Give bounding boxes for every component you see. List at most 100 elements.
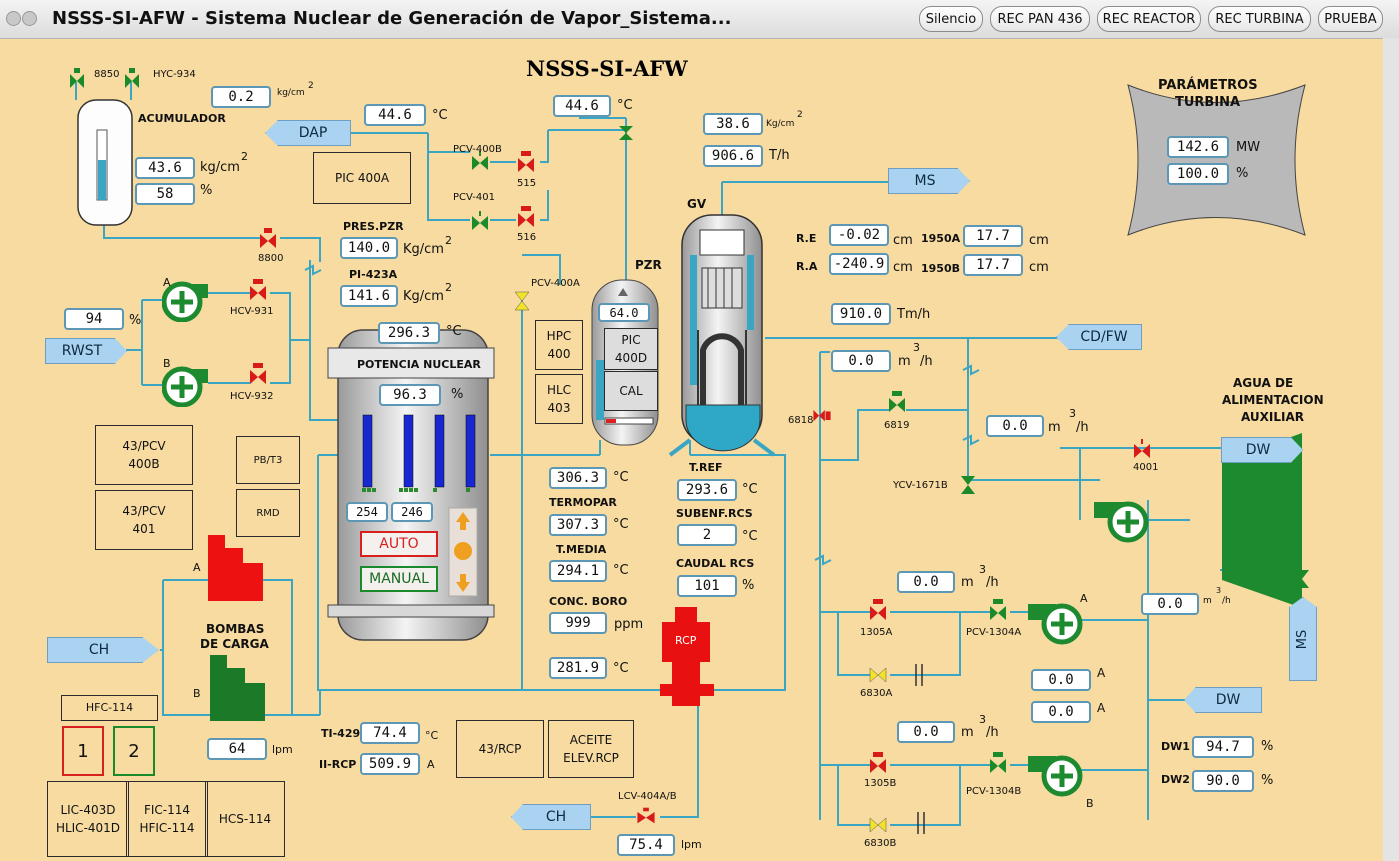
valve-hyc-934-icon[interactable] — [122, 66, 142, 92]
p2-line2: 401 — [132, 522, 156, 536]
valve-1305a-icon[interactable] — [868, 598, 888, 624]
valve-6819-icon[interactable] — [887, 390, 907, 416]
spray-temp-unit: °C — [617, 98, 633, 113]
feed-flow-2-unit: m — [1048, 420, 1061, 435]
valve-ycv-1671b-icon[interactable] — [958, 472, 978, 498]
hlc-number: 403 — [547, 401, 571, 415]
hlc-403-panel[interactable]: HLC 403 — [535, 374, 583, 424]
dap-temp: 44.6 — [364, 104, 426, 126]
letdown-flow-unit: lpm — [681, 838, 702, 851]
mdafw-a-flow: 0.0 — [897, 571, 955, 593]
feedwater-tm: 910.0 — [831, 303, 891, 325]
scrollbar[interactable] — [1383, 38, 1399, 861]
spray-valve-icon[interactable] — [616, 118, 636, 144]
pb-t3-panel[interactable]: PB/T3 — [236, 436, 300, 484]
cal-panel[interactable]: CAL — [604, 371, 658, 411]
auto-button[interactable]: AUTO — [360, 531, 438, 557]
rcs-temp-1-unit: °C — [613, 470, 629, 485]
cd-fw-arrow[interactable]: CD/FW — [1056, 324, 1142, 350]
afw-turbine-flow: 0.0 — [1141, 593, 1199, 615]
tref-value: 293.6 — [677, 479, 737, 501]
rcp-label[interactable]: RCP — [675, 634, 696, 647]
hpc-400-panel[interactable]: HPC 400 — [535, 320, 583, 370]
rmd-panel[interactable]: RMD — [236, 489, 300, 537]
valve-pcv-401-icon[interactable] — [470, 208, 490, 234]
pcv-1304a-label: PCV-1304A — [966, 627, 1022, 638]
pcv-400b-control-panel[interactable]: 43/PCV 400B — [95, 425, 193, 485]
superscript-3: 3 — [913, 341, 920, 354]
afw-turbine-flow-unit: m — [1203, 596, 1212, 606]
rwst-arrow[interactable]: RWST — [45, 338, 127, 364]
afw-turbine-flow-unit-tail: /h — [1222, 596, 1231, 606]
fic-114-panel[interactable]: FIC-114 HFIC-114 — [126, 781, 208, 857]
gv-pressure-unit: Kg/cm — [766, 119, 795, 129]
valve-8800-icon[interactable] — [258, 226, 278, 252]
feed-flow-1: 0.0 — [831, 350, 891, 372]
ti-429-unit: °C — [425, 729, 439, 742]
re-label: R.E — [796, 232, 817, 245]
valve-516-icon[interactable] — [516, 205, 536, 231]
ch-arrow-bottom[interactable]: CH — [511, 804, 591, 830]
valve-8850-icon[interactable] — [67, 66, 87, 92]
ms-afw-arrow[interactable]: MS — [1289, 597, 1317, 681]
afw-turbine-pump-icon[interactable] — [1094, 498, 1154, 544]
valve-4001-icon[interactable] — [1132, 436, 1152, 462]
valve-pcv-1304a-icon[interactable] — [988, 598, 1008, 624]
valve-hcv-932-icon[interactable] — [248, 362, 268, 388]
dap-arrow[interactable]: DAP — [265, 120, 351, 146]
pcv-401-control-panel[interactable]: 43/PCV 401 — [95, 490, 193, 550]
si-pump-b-icon[interactable] — [162, 365, 210, 407]
valve-1305b-icon[interactable] — [868, 751, 888, 777]
valve-1305a-label: 1305A — [860, 627, 893, 638]
ra-label: R.A — [796, 260, 818, 273]
letdown-flow: 75.4 — [617, 834, 675, 856]
select-pump-2-button[interactable]: 2 — [113, 726, 155, 776]
dap-temp-unit: °C — [432, 108, 448, 123]
valve-515-icon[interactable] — [516, 150, 536, 176]
pcv-401-label: PCV-401 — [453, 192, 495, 203]
ra-value: -240.9 — [829, 253, 889, 275]
valve-pcv-400a-icon[interactable] — [512, 288, 532, 314]
pic-400a-panel[interactable]: PIC 400A — [313, 152, 411, 204]
valve-pcv-1304b-icon[interactable] — [988, 751, 1008, 777]
valve-afw-ms-icon[interactable] — [1292, 566, 1312, 592]
rcs-cold-temp-unit: °C — [613, 661, 629, 676]
afw-pump-b-icon[interactable] — [1028, 752, 1084, 798]
bombas-label: BOMBAS — [206, 622, 265, 636]
43-rcp-panel[interactable]: 43/RCP — [456, 720, 544, 778]
ch-arrow-left[interactable]: CH — [47, 637, 159, 663]
valve-6830a-icon[interactable] — [868, 662, 888, 688]
select-pump-1-button[interactable]: 1 — [62, 726, 104, 776]
hpc-label: HPC — [546, 329, 572, 343]
hcs-114-panel[interactable]: HCS-114 — [205, 781, 285, 857]
valve-hcv-931-icon[interactable] — [248, 278, 268, 304]
lic-403d-panel[interactable]: LIC-403D HLIC-401D — [47, 781, 129, 857]
valve-6818-icon[interactable] — [812, 402, 832, 428]
pzr-level: 64.0 — [598, 303, 650, 322]
mdafw-pump-b-label: B — [1086, 797, 1094, 810]
potencia-nuclear-title: POTENCIA NUCLEAR — [357, 358, 481, 371]
pic-400d-panel[interactable]: PIC 400D — [604, 328, 658, 370]
mdafw-a-flow-unit: m — [961, 575, 974, 590]
mdafw-amp-2: 0.0 — [1031, 701, 1091, 723]
charging-flow: 64 — [207, 738, 267, 760]
afw-title-2: ALIMENTACION — [1222, 393, 1324, 407]
hcv-931-label: HCV-931 — [230, 306, 274, 317]
afw-pump-a-icon[interactable] — [1028, 600, 1084, 646]
afw-title-1: AGUA DE — [1233, 376, 1294, 390]
hfc-114-panel[interactable]: HFC-114 — [61, 695, 158, 721]
ms-arrow[interactable]: MS — [888, 168, 970, 194]
dw2-unit: % — [1261, 773, 1274, 788]
manual-button[interactable]: MANUAL — [360, 566, 438, 592]
gv-steam-pressure: 38.6 — [703, 113, 763, 135]
dw-arrow-bottom[interactable]: DW — [1184, 687, 1262, 713]
tmedia-unit: °C — [613, 563, 629, 578]
dw-arrow-top[interactable]: DW — [1221, 437, 1303, 463]
valve-lcv-404-icon[interactable] — [636, 804, 656, 830]
p1-line1: 43/PCV — [122, 439, 166, 453]
aceite-elev-panel[interactable]: ACEITE ELEV.RCP — [548, 720, 634, 778]
valve-6830b-icon[interactable] — [868, 812, 888, 838]
de-carga-label: DE CARGA — [200, 637, 269, 651]
superscript-2: 2 — [445, 281, 452, 294]
ii-rcp-value: 509.9 — [360, 753, 420, 775]
